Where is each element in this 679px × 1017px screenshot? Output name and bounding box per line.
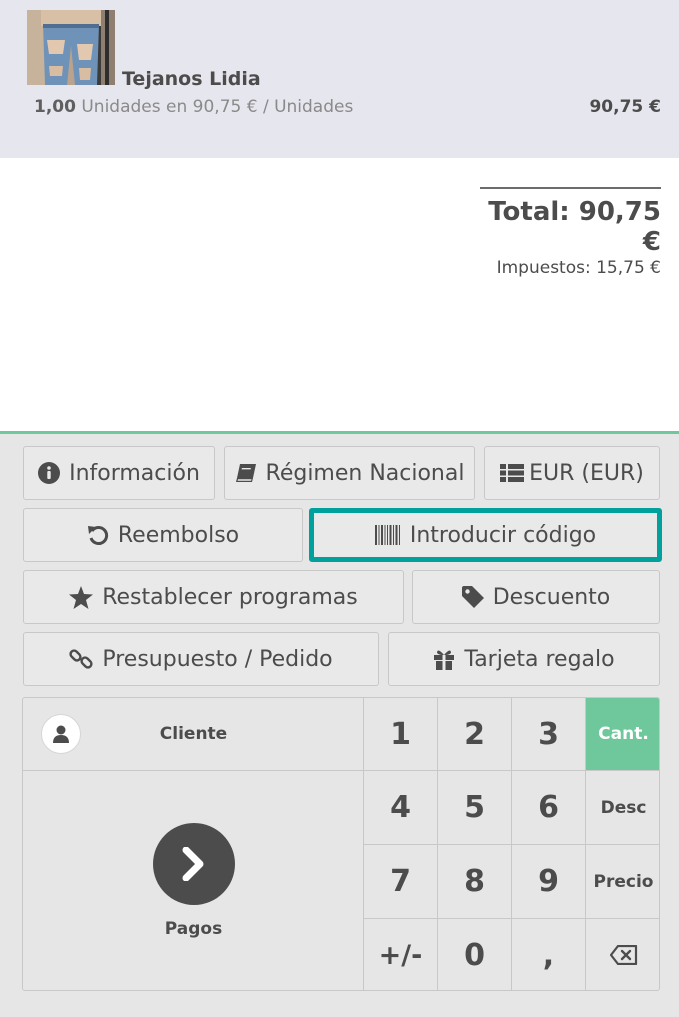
tag-icon bbox=[461, 586, 484, 608]
mode-price-button[interactable]: Precio bbox=[586, 845, 659, 919]
enter-code-label: Introducir código bbox=[409, 522, 597, 548]
payment-label: Pagos bbox=[164, 919, 223, 939]
numpad-key-4[interactable]: 4 bbox=[364, 771, 438, 845]
numpad-key-1[interactable]: 1 bbox=[364, 698, 438, 771]
mode-discount-button[interactable]: Desc bbox=[586, 771, 659, 845]
order-total: Total: 90,75 € bbox=[488, 197, 661, 257]
link-icon bbox=[69, 647, 93, 671]
numpad-key-5[interactable]: 5 bbox=[438, 771, 512, 845]
numpad-backspace-button[interactable] bbox=[586, 919, 659, 990]
mode-quantity-button[interactable]: Cant. bbox=[586, 698, 659, 771]
currency-label: EUR (EUR) bbox=[529, 460, 644, 486]
chevron-right-icon bbox=[153, 823, 235, 905]
reset-programs-button[interactable]: Restablecer programas bbox=[23, 570, 404, 624]
barcode-icon bbox=[374, 525, 401, 545]
customer-button[interactable]: Cliente bbox=[23, 698, 364, 771]
refund-button[interactable]: Reembolso bbox=[23, 508, 303, 562]
orderline-selected[interactable]: Tejanos Lidia 1,00 Unidades en 90,75 € /… bbox=[0, 0, 679, 158]
info-circle-icon bbox=[38, 462, 61, 484]
star-icon bbox=[69, 585, 94, 609]
numpad-key-0[interactable]: 0 bbox=[438, 919, 512, 990]
numpad-key-sign[interactable]: +/- bbox=[364, 919, 438, 990]
payment-button[interactable]: Pagos bbox=[23, 771, 364, 990]
discount-label: Descuento bbox=[492, 584, 611, 610]
numpad-key-8[interactable]: 8 bbox=[438, 845, 512, 919]
orderline-price: 90,75 € bbox=[589, 97, 661, 117]
reset-programs-label: Restablecer programas bbox=[102, 584, 358, 610]
product-name: Tejanos Lidia bbox=[122, 68, 261, 90]
info-button-label: Información bbox=[69, 460, 200, 486]
product-image bbox=[27, 10, 115, 85]
currency-button[interactable]: EUR (EUR) bbox=[484, 446, 660, 500]
numpad-key-6[interactable]: 6 bbox=[512, 771, 586, 845]
customer-label: Cliente bbox=[159, 724, 228, 744]
quotation-order-button[interactable]: Presupuesto / Pedido bbox=[23, 632, 379, 686]
orderline-info: 1,00 Unidades en 90,75 € / Unidades bbox=[34, 97, 353, 117]
numpad-key-2[interactable]: 2 bbox=[438, 698, 512, 771]
action-pad: Cliente Pagos 1 2 3 Cant. 4 5 6 Desc 7 8… bbox=[22, 697, 660, 991]
backspace-icon bbox=[609, 938, 638, 973]
fiscal-position-label: Régimen Nacional bbox=[265, 460, 465, 486]
numpad-key-9[interactable]: 9 bbox=[512, 845, 586, 919]
undo-icon bbox=[87, 524, 109, 546]
order-taxes: Impuestos: 15,75 € bbox=[496, 258, 661, 278]
gift-card-button[interactable]: Tarjeta regalo bbox=[388, 632, 660, 686]
fiscal-position-button[interactable]: Régimen Nacional bbox=[224, 446, 475, 500]
discount-button[interactable]: Descuento bbox=[412, 570, 660, 624]
list-icon bbox=[500, 464, 525, 482]
orderline-unit-info: Unidades en 90,75 € / Unidades bbox=[81, 97, 354, 117]
enter-code-button[interactable]: Introducir código bbox=[309, 508, 662, 562]
orderline-quantity: 1,00 bbox=[34, 97, 76, 117]
quotation-order-label: Presupuesto / Pedido bbox=[102, 646, 333, 672]
numpad-key-3[interactable]: 3 bbox=[512, 698, 586, 771]
numpad-key-decimal[interactable]: , bbox=[512, 919, 586, 990]
refund-label: Reembolso bbox=[117, 522, 240, 548]
numpad-key-7[interactable]: 7 bbox=[364, 845, 438, 919]
order-summary: Total: 90,75 € Impuestos: 15,75 € bbox=[480, 187, 661, 279]
book-icon bbox=[235, 463, 257, 483]
gift-icon bbox=[433, 648, 455, 670]
gift-card-label: Tarjeta regalo bbox=[464, 646, 615, 672]
info-button[interactable]: Información bbox=[23, 446, 215, 500]
